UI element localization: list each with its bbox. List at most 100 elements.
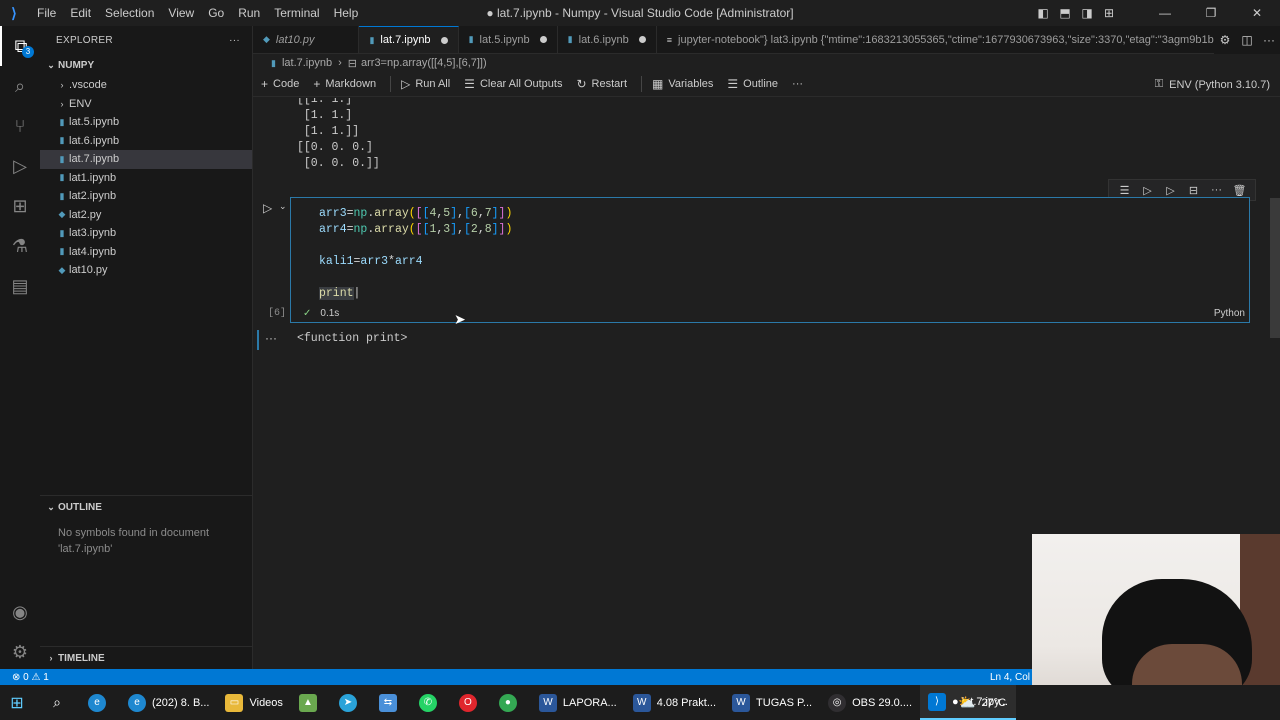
menu-file[interactable]: File (30, 0, 63, 26)
clear-all-outputs-button[interactable]: ☰ Clear All Outputs (464, 77, 562, 91)
taskbar-app-chrome[interactable]: ● (491, 685, 531, 720)
explorer-more-icon[interactable]: ··· (229, 35, 240, 46)
cell-more-icon[interactable]: ··· (1205, 184, 1228, 196)
taskbar-app-telegram[interactable]: ➤ (331, 685, 371, 720)
menu-edit[interactable]: Edit (63, 0, 98, 26)
restore-button[interactable]: ❐ (1188, 6, 1234, 20)
add-code-button[interactable]: + Code (261, 77, 299, 91)
delete-cell-icon[interactable]: 🗑 (1228, 184, 1251, 197)
cell-language[interactable]: Python (1214, 308, 1245, 319)
menu-selection[interactable]: Selection (98, 0, 161, 26)
tree-item-lat6[interactable]: ▮ lat.6.ipynb (40, 132, 252, 151)
split-editor-icon[interactable]: ◫ (1236, 33, 1258, 47)
checkmark-icon: ✓ (303, 308, 312, 319)
settings-gear-icon[interactable]: ⚙ (1214, 33, 1236, 47)
taskbar-app-videos[interactable]: ▭ Videos (217, 685, 290, 720)
tree-item-lat2-py[interactable]: ◆ lat2.py (40, 206, 252, 225)
outline-header[interactable]: ⌄ OUTLINE (40, 496, 253, 518)
search-button[interactable]: ⌕ (40, 685, 80, 720)
output-more-icon[interactable]: ··· (265, 331, 277, 345)
add-markdown-button[interactable]: + Markdown (313, 77, 376, 91)
tab-lat6[interactable]: ▮ lat.6.ipynb (558, 26, 657, 53)
toggle-panel-icon[interactable]: ⬒ (1054, 6, 1076, 20)
timeline-header[interactable]: › TIMELINE (40, 647, 253, 669)
taskbar-app-edge-window[interactable]: e (202) 8. B... (120, 685, 217, 720)
tab-lat5[interactable]: ▮ lat.5.ipynb (459, 26, 558, 53)
extensions-icon[interactable]: ⊞ (0, 186, 40, 226)
notebook-file-icon: ▮ (59, 246, 65, 257)
taskbar-app-word-1[interactable]: W LAPORA... (531, 685, 625, 720)
temperature[interactable]: 27°C (981, 697, 1006, 709)
outline-label: Outline (743, 78, 779, 90)
taskbar-app-generic[interactable]: ▲ (291, 685, 331, 720)
tree-item-vscode[interactable]: › .vscode (40, 76, 252, 95)
variables-button[interactable]: ▦ Variables (652, 77, 713, 91)
source-control-icon[interactable]: ⑂ (0, 106, 40, 146)
outline-button[interactable]: ☰ Outline (727, 77, 778, 91)
kernel-picker[interactable]: ⚿ ENV (Python 3.10.7) (1155, 72, 1270, 97)
settings-gear-icon[interactable]: ⚙ (0, 632, 40, 672)
menu-terminal[interactable]: Terminal (267, 0, 326, 26)
menu-go[interactable]: Go (201, 0, 231, 26)
toolbar-more-icon[interactable]: ··· (792, 78, 803, 90)
tree-item-lat3[interactable]: ▮ lat3.ipynb (40, 224, 252, 243)
run-cell-icon[interactable]: ▷ (263, 201, 272, 215)
chevron-down-icon[interactable]: ⌄ (279, 201, 287, 212)
taskbar-app-word-3[interactable]: W TUGAS P... (724, 685, 820, 720)
execute-above-icon[interactable]: ▷ (1136, 184, 1159, 197)
taskbar-app-obs[interactable]: ◎ OBS 29.0.... (820, 685, 920, 720)
toggle-secondary-sidebar-icon[interactable]: ◨ (1076, 6, 1098, 20)
taskbar-app-whatsapp[interactable]: ✆ (411, 685, 451, 720)
unsaved-dot-icon[interactable] (638, 36, 646, 43)
tree-item-lat5[interactable]: ▮ lat.5.ipynb (40, 113, 252, 132)
more-actions-icon[interactable]: ··· (1258, 33, 1280, 47)
menu-help[interactable]: Help (327, 0, 366, 26)
restart-button[interactable]: ↻ Restart (576, 77, 627, 91)
tree-item-env[interactable]: › ENV (40, 95, 252, 114)
explorer-sidebar: EXPLORER ··· ⌄ NUMPY › .vscode › ENV ▮ lat.… (40, 26, 253, 669)
tree-item-label: lat10.py (69, 264, 108, 277)
taskbar-app-network[interactable]: ⇆ (371, 685, 411, 720)
tree-item-lat10[interactable]: ◆ lat10.py (40, 261, 252, 280)
vscode-logo-icon[interactable]: ⟩ (0, 0, 28, 26)
taskbar-app-edge[interactable]: e (80, 685, 120, 720)
taskbar-app-word-2[interactable]: W 4.08 Prakt... (625, 685, 724, 720)
run-by-line-icon[interactable]: ☰ (1113, 184, 1136, 197)
jupyter-icon[interactable]: ▤ (0, 266, 40, 306)
run-debug-icon[interactable]: ▷ (0, 146, 40, 186)
problems-indicator[interactable]: ⊗ 0 ⚠ 1 (0, 672, 49, 683)
menu-view[interactable]: View (161, 0, 201, 26)
tree-item-label: .vscode (69, 79, 107, 92)
weather-icon[interactable]: ⛅ (958, 694, 975, 711)
explorer-icon[interactable]: ⧉ 3 (0, 26, 40, 66)
tab-lat7[interactable]: ▮ lat.7.ipynb (359, 26, 459, 53)
menu-run[interactable]: Run (231, 0, 267, 26)
start-button[interactable]: ⊞ (0, 685, 40, 720)
unsaved-dot-icon[interactable] (440, 36, 448, 44)
tree-item-lat2-ipynb[interactable]: ▮ lat2.ipynb (40, 187, 252, 206)
breadcrumb-cell[interactable]: arr3=np.array([[4,5],[6,7]]) (361, 57, 487, 69)
folder-header[interactable]: ⌄ NUMPY (40, 54, 252, 76)
close-button[interactable]: ✕ (1234, 6, 1280, 20)
cursor-position[interactable]: Ln 4, Col (990, 672, 1030, 683)
tab-lat3-diff[interactable]: ≡ jupyter-notebook"} lat3.ipynb {"mtime":… (657, 26, 1280, 53)
breadcrumb-file[interactable]: lat.7.ipynb (282, 57, 332, 69)
cell-code-editor[interactable]: arr3=np.array([[4,5],[6,7]]) arr4=np.arr… (319, 206, 512, 302)
minimize-button[interactable]: — (1142, 6, 1188, 20)
toggle-sidebar-icon[interactable]: ◧ (1032, 6, 1054, 20)
testing-icon[interactable]: ⚗ (0, 226, 40, 266)
search-icon[interactable]: ⌕ (0, 66, 40, 106)
toolbar-divider (390, 76, 392, 92)
taskbar-app-opera[interactable]: O (451, 685, 491, 720)
run-all-button[interactable]: ▷ Run All (401, 77, 450, 91)
split-cell-icon[interactable]: ⊟ (1182, 184, 1205, 197)
execute-below-icon[interactable]: ▷ (1159, 184, 1182, 197)
unsaved-dot-icon[interactable] (539, 36, 547, 43)
tree-item-lat1[interactable]: ▮ lat1.ipynb (40, 169, 252, 188)
customize-layout-icon[interactable]: ⊞ (1098, 6, 1120, 20)
notebook-scrollbar[interactable] (1270, 198, 1280, 338)
tree-item-lat7[interactable]: ▮ lat.7.ipynb (40, 150, 252, 169)
tab-lat10[interactable]: ◆ lat10.py (253, 26, 360, 53)
account-icon[interactable]: ◉ (0, 592, 40, 632)
tree-item-lat4[interactable]: ▮ lat4.ipynb (40, 243, 252, 262)
